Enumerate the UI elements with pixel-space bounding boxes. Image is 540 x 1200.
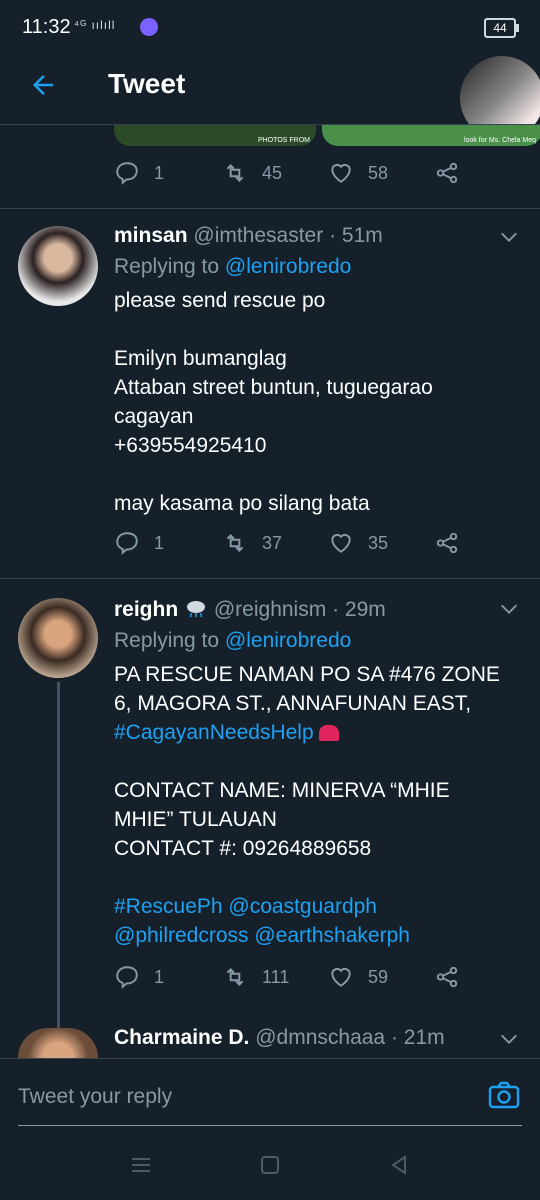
share-button[interactable] bbox=[434, 160, 474, 186]
reply-icon bbox=[116, 532, 138, 555]
reply-icon bbox=[116, 162, 138, 185]
heart-icon bbox=[331, 163, 351, 183]
back-icon[interactable] bbox=[388, 1154, 410, 1176]
page-title: Tweet bbox=[108, 68, 186, 99]
retweet-icon bbox=[226, 164, 244, 182]
media-thumbnail[interactable]: look for Ms. Chela Meq bbox=[322, 124, 540, 146]
rain-cloud-icon bbox=[187, 601, 206, 617]
like-button[interactable]: 58 bbox=[328, 160, 388, 186]
divider bbox=[0, 578, 540, 579]
status-time: 11:32 bbox=[22, 16, 71, 38]
tweet-time: · 29m bbox=[332, 598, 386, 621]
menu-icon[interactable] bbox=[130, 1154, 152, 1176]
status-bar: 11:32 ⁴ᴳ ıılıll 44 bbox=[0, 0, 540, 52]
tweet-time: · 51m bbox=[329, 224, 383, 247]
chevron-down-icon[interactable] bbox=[498, 226, 520, 248]
heart-icon bbox=[331, 967, 351, 987]
retweet-button[interactable]: 45 bbox=[222, 160, 282, 186]
reply-icon bbox=[116, 966, 138, 989]
home-icon[interactable] bbox=[259, 1154, 281, 1176]
reply-button[interactable]: 1 bbox=[114, 530, 164, 556]
system-nav-bar bbox=[0, 1128, 540, 1200]
share-button[interactable] bbox=[434, 530, 474, 556]
tweet-header: reighn @reighnism · 29m bbox=[114, 598, 386, 622]
retweet-icon bbox=[226, 968, 244, 986]
user-handle[interactable]: @reighnism bbox=[214, 598, 326, 621]
tweet-time: · 21m bbox=[390, 1026, 445, 1049]
user-handle[interactable]: @dmnschaaa bbox=[255, 1026, 385, 1049]
retweet-button[interactable]: 37 bbox=[222, 530, 282, 556]
back-arrow-icon[interactable] bbox=[28, 70, 58, 100]
user-name[interactable]: Charmaine D. bbox=[114, 1026, 249, 1049]
reply-button[interactable]: 1 bbox=[114, 964, 164, 990]
signal-icon: ⁴ᴳ ıılıll bbox=[74, 18, 116, 32]
siren-icon bbox=[319, 725, 340, 741]
divider bbox=[0, 208, 540, 209]
hashtag-link[interactable]: #RescuePh @coastguardph bbox=[114, 892, 524, 921]
divider bbox=[18, 1125, 522, 1126]
retweet-icon bbox=[226, 534, 244, 552]
share-icon bbox=[436, 966, 458, 988]
share-icon bbox=[436, 162, 458, 184]
tweet-header: minsan @imthesaster · 51m bbox=[114, 224, 383, 248]
tweet-text: PA RESCUE NAMAN PO SA #476 ZONE 6, MAGOR… bbox=[114, 660, 524, 950]
share-icon bbox=[436, 532, 458, 554]
reply-input[interactable]: Tweet your reply bbox=[18, 1085, 172, 1109]
divider bbox=[0, 124, 540, 125]
battery-icon: 44 bbox=[484, 18, 519, 38]
replying-to: Replying to @lenirobredo bbox=[114, 255, 352, 278]
share-button[interactable] bbox=[434, 964, 474, 990]
retweet-button[interactable]: 111 bbox=[222, 964, 289, 990]
like-button[interactable]: 35 bbox=[328, 530, 388, 556]
avatar[interactable] bbox=[18, 1028, 98, 1058]
hashtag-link[interactable]: #CagayanNeedsHelp bbox=[114, 721, 314, 744]
media-thumbnail[interactable]: PHOTOS FROM bbox=[114, 124, 316, 146]
user-name[interactable]: reighn bbox=[114, 598, 178, 621]
user-name[interactable]: minsan bbox=[114, 224, 188, 247]
reply-button[interactable]: 1 bbox=[114, 160, 164, 186]
mention-link[interactable]: @philredcross @earthshakerph bbox=[114, 921, 524, 950]
tweet-text: please send rescue po Emilyn bumanglag A… bbox=[114, 289, 433, 515]
avatar[interactable] bbox=[18, 598, 98, 678]
like-button[interactable]: 59 bbox=[328, 964, 388, 990]
replying-to: Replying to @lenirobredo bbox=[114, 629, 352, 652]
reply-composer: Tweet your reply bbox=[0, 1058, 540, 1129]
thread-line bbox=[57, 682, 60, 1028]
user-handle[interactable]: @imthesaster bbox=[193, 224, 323, 247]
messenger-icon bbox=[140, 18, 158, 36]
mention-link[interactable]: @lenirobredo bbox=[225, 629, 351, 652]
camera-icon[interactable] bbox=[488, 1081, 520, 1109]
tweet-header: Charmaine D. @dmnschaaa · 21m bbox=[114, 1026, 445, 1050]
avatar[interactable] bbox=[18, 226, 98, 306]
heart-icon bbox=[331, 533, 351, 553]
chevron-down-icon[interactable] bbox=[498, 598, 520, 620]
chevron-down-icon[interactable] bbox=[498, 1028, 520, 1050]
mention-link[interactable]: @lenirobredo bbox=[225, 255, 351, 278]
